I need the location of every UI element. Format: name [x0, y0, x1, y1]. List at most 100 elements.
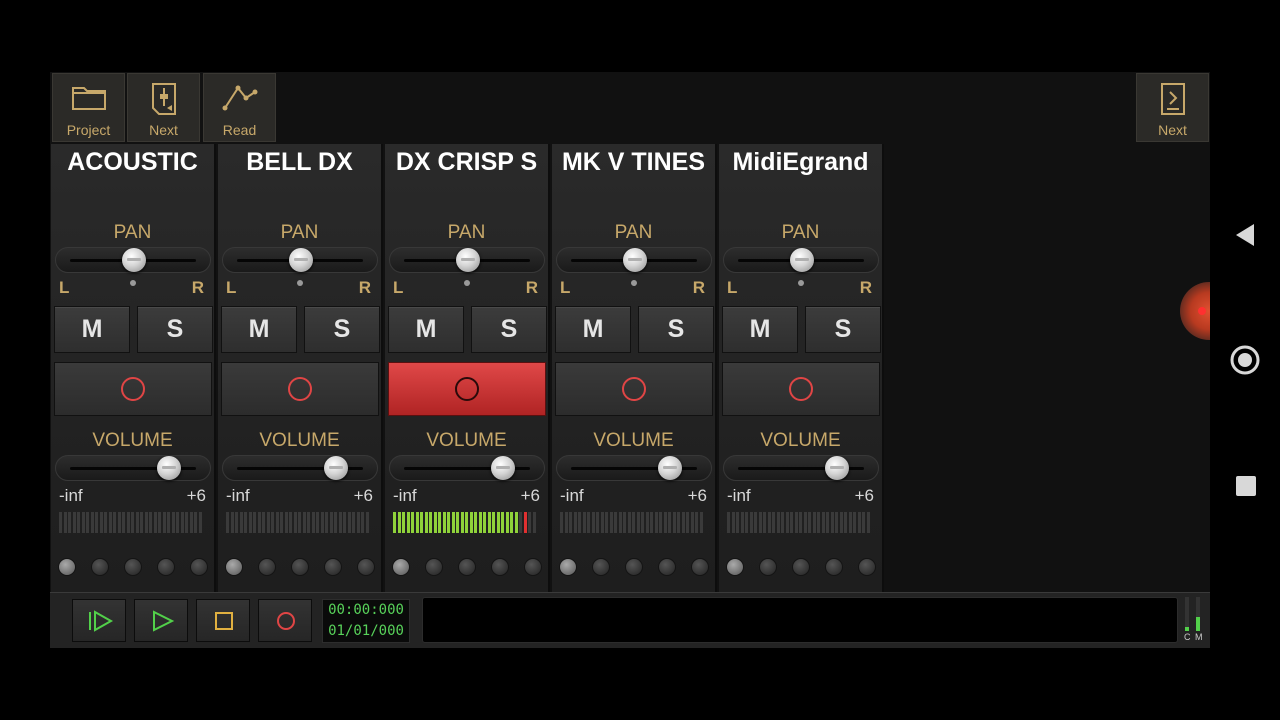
- meter-segment: [483, 512, 486, 533]
- time-display: 00:00:000 01/01/000: [322, 599, 410, 643]
- solo-button[interactable]: S: [137, 306, 213, 353]
- channel-name[interactable]: BELL DX: [218, 148, 381, 177]
- channel-option-dot[interactable]: [324, 558, 342, 576]
- meter-segment: [117, 512, 121, 533]
- read-button[interactable]: Read: [203, 73, 276, 142]
- meter-segment: [754, 512, 757, 533]
- channel-option-dot[interactable]: [524, 558, 542, 576]
- mute-button[interactable]: M: [722, 306, 798, 353]
- channel-option-dot[interactable]: [392, 558, 410, 576]
- channel-option-dot[interactable]: [190, 558, 208, 576]
- stop-button[interactable]: [196, 599, 250, 642]
- channel-option-dot[interactable]: [691, 558, 709, 576]
- record-button[interactable]: [258, 599, 312, 642]
- record-arm-button[interactable]: [221, 362, 379, 416]
- volume-slider[interactable]: [389, 455, 545, 481]
- channel-option-dot[interactable]: [759, 558, 777, 576]
- meter-segment: [578, 512, 581, 533]
- channel-name[interactable]: MK V TINES: [552, 148, 715, 177]
- pan-label: PAN: [614, 222, 653, 243]
- record-arm-button[interactable]: [388, 362, 546, 416]
- channel-option-dot[interactable]: [124, 558, 142, 576]
- pan-right-label: R: [358, 278, 371, 297]
- volume-max-label: +6: [520, 486, 540, 505]
- record-arm-button[interactable]: [555, 362, 713, 416]
- pan-slider[interactable]: [389, 247, 545, 273]
- meter-segment: [817, 512, 820, 533]
- channel-option-dot[interactable]: [625, 558, 643, 576]
- channel-option-dot[interactable]: [592, 558, 610, 576]
- mute-button[interactable]: M: [555, 306, 631, 353]
- channel-option-dot[interactable]: [491, 558, 509, 576]
- channel-name[interactable]: ACOUSTIC: [51, 148, 214, 177]
- pan-knob[interactable]: [623, 248, 647, 272]
- volume-knob[interactable]: [323, 456, 348, 480]
- volume-knob[interactable]: [156, 456, 181, 480]
- volume-slider[interactable]: [723, 455, 879, 481]
- folder-icon: [53, 82, 124, 116]
- channel-name[interactable]: DX CRISP S: [385, 148, 548, 177]
- meter-segment: [749, 512, 753, 533]
- meter-segment: [311, 512, 315, 533]
- next-button[interactable]: Next: [127, 73, 200, 142]
- channel-option-dot[interactable]: [425, 558, 443, 576]
- meter-segment: [672, 512, 676, 533]
- play-from-start-button[interactable]: [72, 599, 126, 642]
- project-button[interactable]: Project: [52, 73, 125, 142]
- channel-option-dot[interactable]: [658, 558, 676, 576]
- next-page-button[interactable]: Next: [1136, 73, 1209, 142]
- channel-option-dot[interactable]: [58, 558, 76, 576]
- pan-knob[interactable]: [289, 248, 313, 272]
- volume-slider[interactable]: [222, 455, 378, 481]
- pan-knob[interactable]: [122, 248, 146, 272]
- channel-name[interactable]: MidiEgrand: [719, 148, 882, 177]
- mute-button[interactable]: M: [388, 306, 464, 353]
- solo-button[interactable]: S: [805, 306, 881, 353]
- recents-icon[interactable]: [1235, 475, 1257, 501]
- solo-button[interactable]: S: [638, 306, 714, 353]
- meter-segment: [609, 512, 613, 533]
- channel-option-dot[interactable]: [291, 558, 309, 576]
- channel-option-dot[interactable]: [225, 558, 243, 576]
- pan-label: PAN: [447, 222, 486, 243]
- channel-option-dot[interactable]: [258, 558, 276, 576]
- home-icon[interactable]: [1230, 345, 1260, 379]
- meter-segment: [189, 512, 193, 533]
- solo-button[interactable]: S: [304, 306, 380, 353]
- channel-option-dot[interactable]: [458, 558, 476, 576]
- volume-knob[interactable]: [657, 456, 682, 480]
- volume-slider[interactable]: [556, 455, 712, 481]
- channel-strip: BELL DX PAN L R M S VOLUME -inf +6: [218, 144, 383, 592]
- mute-button[interactable]: M: [221, 306, 297, 353]
- meter-segment: [275, 512, 279, 533]
- pan-knob[interactable]: [790, 248, 814, 272]
- solo-button[interactable]: S: [471, 306, 547, 353]
- channel-option-dot[interactable]: [157, 558, 175, 576]
- mute-button[interactable]: M: [54, 306, 130, 353]
- play-button[interactable]: [134, 599, 188, 642]
- volume-knob[interactable]: [824, 456, 849, 480]
- record-arm-button[interactable]: [54, 362, 212, 416]
- channel-option-dot[interactable]: [559, 558, 577, 576]
- floating-record-button[interactable]: [1180, 282, 1210, 340]
- channel-option-dot[interactable]: [726, 558, 744, 576]
- channel-option-dot[interactable]: [792, 558, 810, 576]
- channel-option-dot[interactable]: [91, 558, 109, 576]
- volume-slider[interactable]: [55, 455, 211, 481]
- pan-slider[interactable]: [55, 247, 211, 273]
- pan-slider[interactable]: [723, 247, 879, 273]
- record-arm-button[interactable]: [722, 362, 880, 416]
- meter-segment: [307, 512, 310, 533]
- pan-slider[interactable]: [556, 247, 712, 273]
- channel-option-dot[interactable]: [825, 558, 843, 576]
- pan-knob[interactable]: [456, 248, 480, 272]
- volume-knob[interactable]: [490, 456, 515, 480]
- channel-option-dot[interactable]: [357, 558, 375, 576]
- timeline-area[interactable]: [422, 597, 1178, 643]
- pan-slider[interactable]: [222, 247, 378, 273]
- pan-label: PAN: [113, 222, 152, 243]
- next-page-label: Next: [1158, 122, 1187, 138]
- back-icon[interactable]: [1234, 222, 1256, 252]
- channel-option-dot[interactable]: [858, 558, 876, 576]
- meter-segment: [72, 512, 76, 533]
